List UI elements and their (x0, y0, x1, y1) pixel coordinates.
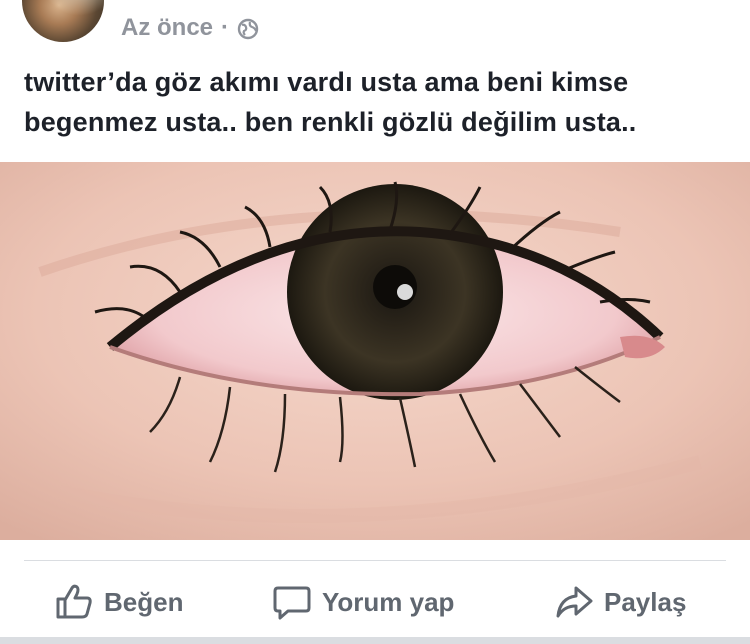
thumbs-up-icon (56, 584, 92, 619)
share-label: Paylaş (604, 586, 687, 617)
like-label: Beğen (104, 586, 184, 617)
comment-button[interactable]: Yorum yap (272, 580, 454, 624)
comment-icon (273, 586, 311, 620)
share-button[interactable]: Paylaş (554, 580, 686, 624)
post-timestamp[interactable]: Az önce (121, 14, 213, 42)
post-text-line-2: begenmez usta.. ben renkli gözlü değilim… (24, 107, 637, 137)
post-text-line-1: twitter’da göz akımı vardı usta ama beni… (24, 67, 629, 97)
bottom-separator (0, 637, 750, 644)
post-actions: Beğen Yorum yap Paylaş (0, 572, 750, 634)
post-header: Az önce · (0, 0, 750, 60)
like-button[interactable]: Beğen (54, 580, 183, 624)
eye-illustration (0, 162, 750, 540)
post-text: twitter’da göz akımı vardı usta ama beni… (24, 62, 724, 142)
eye-photo[interactable] (0, 162, 750, 540)
avatar[interactable] (22, 0, 104, 42)
meta-separator: · (221, 14, 230, 41)
share-arrow-icon (556, 586, 593, 618)
comment-label: Yorum yap (322, 586, 455, 617)
post-meta: Az önce · (121, 14, 259, 42)
divider (24, 560, 726, 561)
globe-icon (237, 18, 259, 40)
